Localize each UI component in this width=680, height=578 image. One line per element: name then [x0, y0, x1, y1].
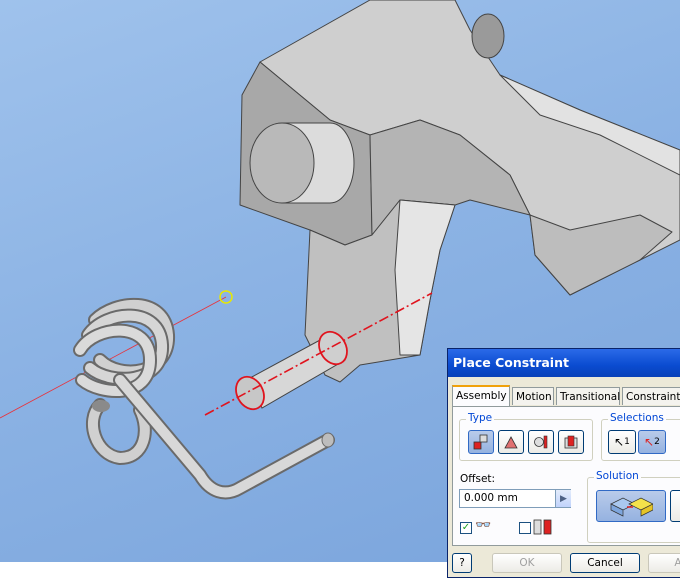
- mate-constraint-button[interactable]: [468, 430, 494, 454]
- mate-solution-icon: [610, 497, 653, 517]
- predict-offset-icon: [533, 519, 552, 535]
- selection-1-label: 1: [624, 437, 630, 447]
- predict-offset-checkbox[interactable]: [519, 522, 531, 534]
- bracket-part: [239, 0, 680, 383]
- select-arrow-icon: ↖: [644, 435, 655, 449]
- solution-group: Solution: [587, 470, 680, 543]
- type-group: Type: [459, 412, 593, 461]
- ok-button[interactable]: OK: [492, 553, 562, 573]
- tangent-constraint-icon: [534, 435, 548, 449]
- torsion-spring: [73, 297, 335, 500]
- offset-label: Offset:: [460, 473, 496, 485]
- glasses-icon: 👓: [475, 518, 492, 533]
- dialog-title[interactable]: Place Constraint: [448, 349, 680, 377]
- preview-checkbox[interactable]: ✓: [460, 522, 472, 534]
- offset-menu-button[interactable]: ▶: [555, 490, 571, 507]
- assembly-tab-panel: Type Selections ↖ 1 ↖ 2 Offset: 0.000 mm…: [452, 406, 680, 546]
- solution-mate-button[interactable]: [596, 490, 666, 522]
- selections-group-label: Selections: [608, 412, 666, 424]
- select-arrow-icon: ↖: [614, 435, 625, 449]
- help-button[interactable]: ?: [452, 553, 472, 573]
- cancel-button[interactable]: Cancel: [570, 553, 640, 573]
- place-constraint-dialog: Place Constraint Assembly Motion Transit…: [447, 348, 680, 578]
- angle-constraint-button[interactable]: [498, 430, 524, 454]
- apply-button[interactable]: A: [648, 553, 680, 573]
- chevron-right-icon: ▶: [560, 493, 567, 504]
- selections-group: Selections ↖ 1 ↖ 2: [601, 412, 680, 461]
- selection-1-button[interactable]: ↖ 1: [608, 430, 636, 454]
- type-group-label: Type: [466, 412, 495, 424]
- selection-2-label: 2: [654, 437, 660, 447]
- tab-constraint-set[interactable]: Constraint S: [622, 387, 680, 405]
- tab-transitional[interactable]: Transitional: [556, 387, 620, 405]
- angle-constraint-icon: [504, 436, 518, 449]
- solution-flush-button[interactable]: [670, 490, 680, 522]
- insert-constraint-icon: [564, 435, 578, 449]
- insert-constraint-button[interactable]: [558, 430, 584, 454]
- solution-group-label: Solution: [594, 470, 641, 482]
- tab-assembly[interactable]: Assembly: [452, 385, 510, 407]
- tab-motion[interactable]: Motion: [512, 387, 554, 405]
- selection-2-button[interactable]: ↖ 2: [638, 430, 666, 454]
- mate-constraint-icon: [473, 434, 488, 450]
- tangent-constraint-button[interactable]: [528, 430, 554, 454]
